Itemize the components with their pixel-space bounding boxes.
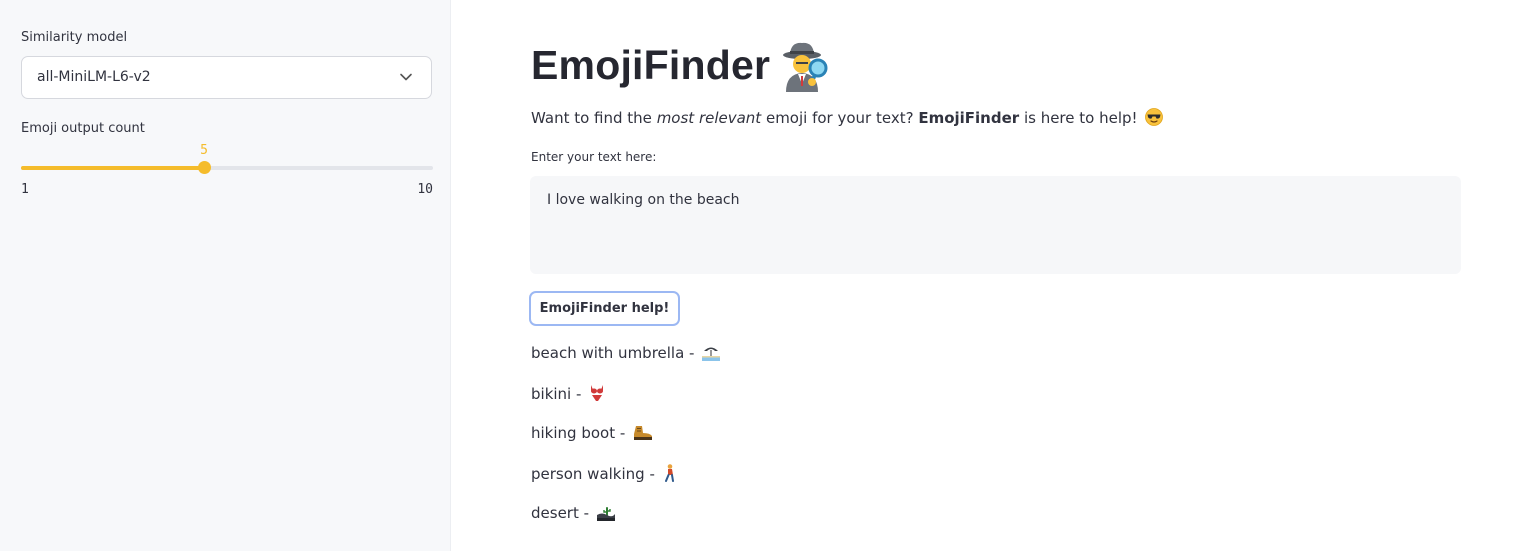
emojifinder-help-button[interactable]: EmojiFinder help! — [529, 291, 680, 326]
model-label: Similarity model — [21, 30, 128, 45]
intro-part-1: Want to find the — [531, 109, 657, 127]
model-select[interactable]: all-MiniLM-L6-v2 — [21, 56, 432, 99]
result-item: desert - — [531, 504, 615, 522]
result-text: beach with umbrella - — [531, 344, 700, 362]
slider-min: 1 — [21, 182, 29, 197]
intro-text: Want to find the most relevant emoji for… — [531, 108, 1164, 127]
intro-part-2: emoji for your text? — [761, 109, 919, 127]
slider-current-value: 5 — [200, 143, 208, 158]
intro-bold: EmojiFinder — [918, 109, 1020, 127]
text-input[interactable]: I love walking on the beach — [530, 176, 1461, 274]
app: Similarity model all-MiniLM-L6-v2 Emoji … — [0, 0, 1534, 551]
model-select-value: all-MiniLM-L6-v2 — [37, 69, 151, 85]
emoji-count-slider[interactable]: 5 1 10 — [21, 140, 433, 200]
result-item: beach with umbrella - — [531, 344, 721, 362]
chevron-down-icon — [400, 73, 412, 81]
result-item: bikini - — [531, 384, 605, 403]
desert-emoji-icon — [596, 505, 615, 521]
person-walking-emoji-icon — [664, 464, 674, 482]
hiking-boot-emoji-icon — [634, 426, 653, 440]
result-text: person walking - — [531, 465, 660, 483]
count-label: Emoji output count — [21, 121, 145, 136]
result-text: hiking boot - — [531, 424, 631, 442]
bikini-emoji-icon — [591, 385, 604, 401]
beach-umbrella-emoji-icon — [702, 347, 721, 361]
result-item: person walking - — [531, 464, 677, 483]
intro-part-3: is here to help! — [1019, 109, 1138, 127]
text-input-label: Enter your text here: — [531, 150, 657, 164]
slider-thumb[interactable] — [198, 161, 211, 174]
slider-max: 10 — [417, 182, 433, 197]
slider-fill — [21, 166, 204, 170]
intro-emphasis: most relevant — [656, 109, 762, 127]
result-text: desert - — [531, 504, 594, 522]
sunglasses-emoji-icon — [1145, 108, 1164, 126]
page-title: EmojiFinder — [531, 42, 771, 88]
result-text: bikini - — [531, 385, 587, 403]
detective-emoji-icon — [783, 42, 828, 92]
result-item: hiking boot - — [531, 424, 653, 442]
sidebar: Similarity model all-MiniLM-L6-v2 Emoji … — [0, 0, 451, 551]
